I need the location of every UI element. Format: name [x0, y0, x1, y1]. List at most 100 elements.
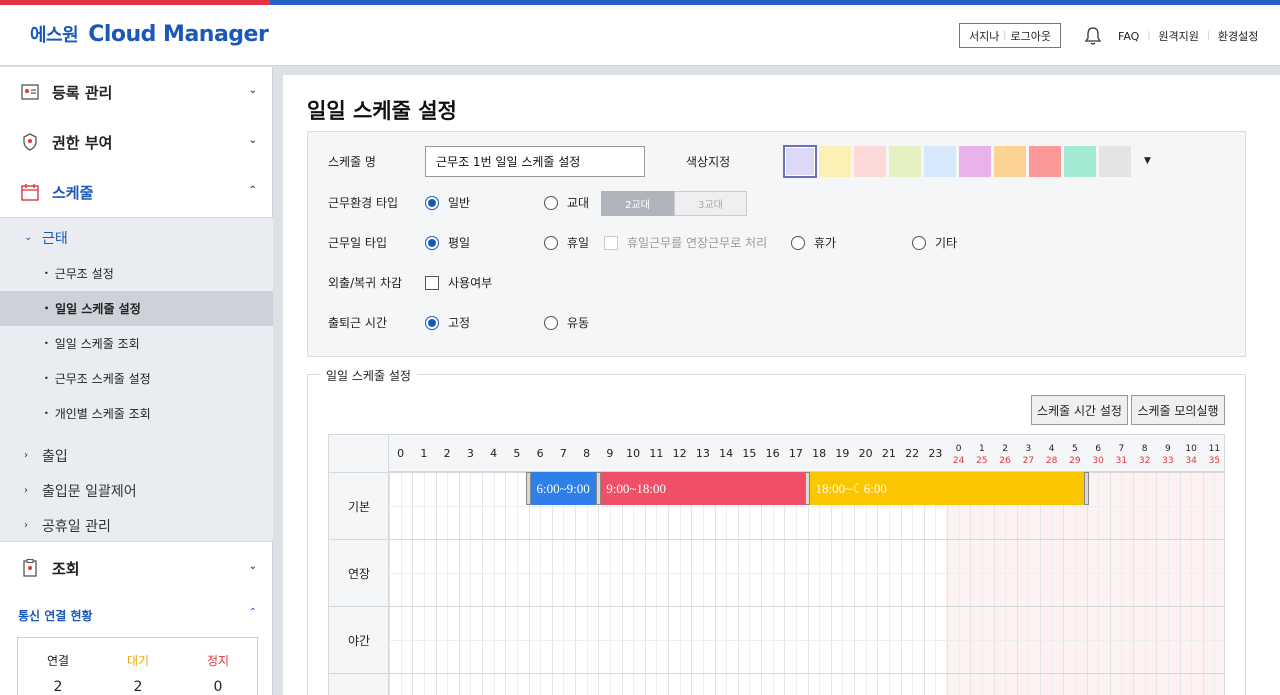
hour-label: 3 [466, 447, 474, 460]
workday-other-radio[interactable]: 기타 [912, 234, 957, 251]
hour-label-next-day: 5 29 [1069, 444, 1081, 466]
main-panel: 일일 스케줄 설정 스케줄 명 색상지정 ▼ 근무환경 타입 일반 교대 2교대… [283, 75, 1280, 695]
hour-label: 18 [812, 447, 827, 460]
user-name[interactable]: 서지나 [969, 28, 999, 44]
sidebar-item-lookup[interactable]: 조회 ⌄ [0, 543, 273, 593]
grid-hline [329, 539, 1224, 540]
hour-label: 4 [490, 447, 498, 460]
sidebar-item-holiday-management[interactable]: › 공휴일 관리 [0, 508, 273, 543]
grid-hline [329, 606, 1224, 607]
schedule-simulation-button[interactable]: 스케줄 모의실행 [1131, 395, 1225, 425]
color-swatch[interactable] [924, 146, 956, 177]
hour-label: 17 [788, 447, 803, 460]
logo[interactable]: 에스원 Cloud Manager [30, 21, 269, 47]
calendar-icon [21, 184, 39, 201]
grid-hline [389, 506, 1224, 507]
chevron-up-icon[interactable]: ⌃ [249, 607, 257, 618]
color-swatch[interactable] [819, 146, 851, 177]
hour-label-next-day: 7 31 [1115, 444, 1128, 466]
permission-icon [23, 133, 37, 151]
sidebar-item-attendance[interactable]: ⌄ 근태 [0, 220, 273, 255]
sidebar-item-daily-schedule-setting[interactable]: • 일일 스케줄 설정 [0, 291, 273, 326]
sidebar-item-personal-schedule-view[interactable]: • 개인별 스케줄 조회 [0, 396, 273, 431]
sidebar-item-shift-schedule-setting[interactable]: • 근무조 스케줄 설정 [0, 361, 273, 396]
color-swatch[interactable] [1099, 146, 1131, 177]
sidebar-item-access[interactable]: › 출입 [0, 438, 273, 473]
color-swatch[interactable] [889, 146, 921, 177]
hour-label: 0 [397, 447, 405, 460]
color-label: 색상지정 [686, 155, 731, 169]
outing-label: 외출/복귀 차감 [328, 276, 403, 290]
sidebar-item-schedule[interactable]: 스케줄 ⌃ [0, 167, 273, 217]
color-swatch[interactable] [994, 146, 1026, 177]
comm-status-title[interactable]: 통신 연결 현황 [18, 607, 93, 624]
outing-use-checkbox[interactable]: 사용여부 [425, 274, 492, 291]
commute-fixed-radio[interactable]: 고정 [425, 314, 470, 331]
sidebar-item-registration[interactable]: 등록 관리 ⌄ [0, 67, 273, 117]
caret-down-icon[interactable]: ▼ [1144, 156, 1151, 166]
grid-hline [389, 573, 1224, 574]
hour-label-next-day: 6 30 [1092, 444, 1104, 466]
hour-label: 9 [606, 447, 614, 460]
workday-vacation-radio[interactable]: 휴가 [791, 234, 836, 251]
color-swatch[interactable] [854, 146, 886, 177]
color-swatch[interactable] [1064, 146, 1096, 177]
commute-flexible-radio[interactable]: 유동 [544, 314, 589, 331]
tab-2-shift[interactable]: 2교대 [601, 191, 674, 216]
chevron-down-icon: ⌄ [248, 85, 257, 96]
schedule-bar[interactable]: 6:00~9:00 [528, 472, 599, 505]
hour-label: 23 [928, 447, 943, 460]
hour-label: 13 [695, 447, 710, 460]
hour-label-next-day: 9 33 [1162, 444, 1174, 466]
hour-label: 1 [420, 447, 428, 460]
hour-label: 7 [559, 447, 567, 460]
sidebar-item-daily-schedule-view[interactable]: • 일일 스케줄 조회 [0, 326, 273, 361]
schedule-bar[interactable]: 9:00~18:00 [598, 472, 808, 505]
timeline-grid: 0 1 2 3 4 5 6 7 8 9 10 11 12 13 14 15 16 17 18 19 20 21 22 23 0 2… [328, 434, 1225, 695]
tab-3-shift[interactable]: 3교대 [674, 191, 747, 216]
row-header-column: 기본 연장 야간 [329, 435, 389, 695]
work-env-shift-radio[interactable]: 교대 [544, 194, 589, 211]
grid-hline [329, 673, 1224, 674]
sidebar-item-shift-setting[interactable]: • 근무조 설정 [0, 256, 273, 291]
color-swatch[interactable] [1029, 146, 1061, 177]
hour-label: 14 [719, 447, 734, 460]
workday-weekday-radio[interactable]: 평일 [425, 234, 470, 251]
bar-resize-handle[interactable] [1084, 472, 1089, 505]
schedule-name-label: 스케줄 명 [328, 155, 376, 169]
settings-link[interactable]: 환경설정 [1218, 28, 1258, 44]
commute-label: 출퇴근 시간 [328, 316, 388, 330]
sidebar-item-permission[interactable]: 권한 부여 ⌄ [0, 117, 273, 167]
bell-icon[interactable] [1084, 26, 1102, 46]
workday-type-label: 근무일 타입 [328, 236, 388, 250]
comm-stopped: 정지 0 [206, 654, 230, 695]
color-swatch[interactable] [959, 146, 991, 177]
schedule-bar[interactable]: 18:00~☾6:00 [807, 472, 1087, 505]
bar-resize-handle[interactable] [526, 472, 531, 505]
work-env-normal-radio[interactable]: 일반 [425, 194, 470, 211]
workday-holiday-radio[interactable]: 휴일 [544, 234, 589, 251]
bar-resize-handle[interactable] [595, 472, 601, 505]
registration-icon [21, 84, 39, 100]
row-label-extended: 연장 [347, 567, 371, 581]
schedule-name-input[interactable] [425, 146, 645, 177]
hour-label-next-day: 8 32 [1138, 444, 1151, 466]
color-swatch[interactable] [783, 145, 817, 178]
schedule-time-setting-button[interactable]: 스케줄 시간 설정 [1031, 395, 1128, 425]
bar-resize-handle[interactable] [805, 472, 810, 505]
hour-label-next-day: 0 24 [952, 444, 965, 466]
row-label-night: 야간 [347, 634, 371, 648]
work-env-label: 근무환경 타입 [328, 196, 399, 210]
sidebar-item-door-bulk-control[interactable]: › 출입문 일괄제어 [0, 473, 273, 508]
remote-support-link[interactable]: 원격지원 [1158, 28, 1198, 44]
logout-button[interactable]: 로그아웃 [1010, 28, 1050, 44]
page-title: 일일 스케줄 설정 [307, 99, 457, 123]
holiday-overtime-checkbox[interactable]: 휴일근무를 연장근무로 처리 [604, 234, 767, 251]
hour-label: 6 [536, 447, 544, 460]
hour-label: 22 [905, 447, 920, 460]
shift-tabs: 2교대 3교대 [601, 191, 747, 216]
faq-link[interactable]: FAQ [1118, 30, 1139, 43]
user-box: 서지나 | 로그아웃 [959, 23, 1061, 48]
header: 에스원 Cloud Manager 서지나 | 로그아웃 FAQ | 원격지원 |… [0, 5, 1280, 66]
hour-label-next-day: 2 26 [999, 444, 1011, 466]
